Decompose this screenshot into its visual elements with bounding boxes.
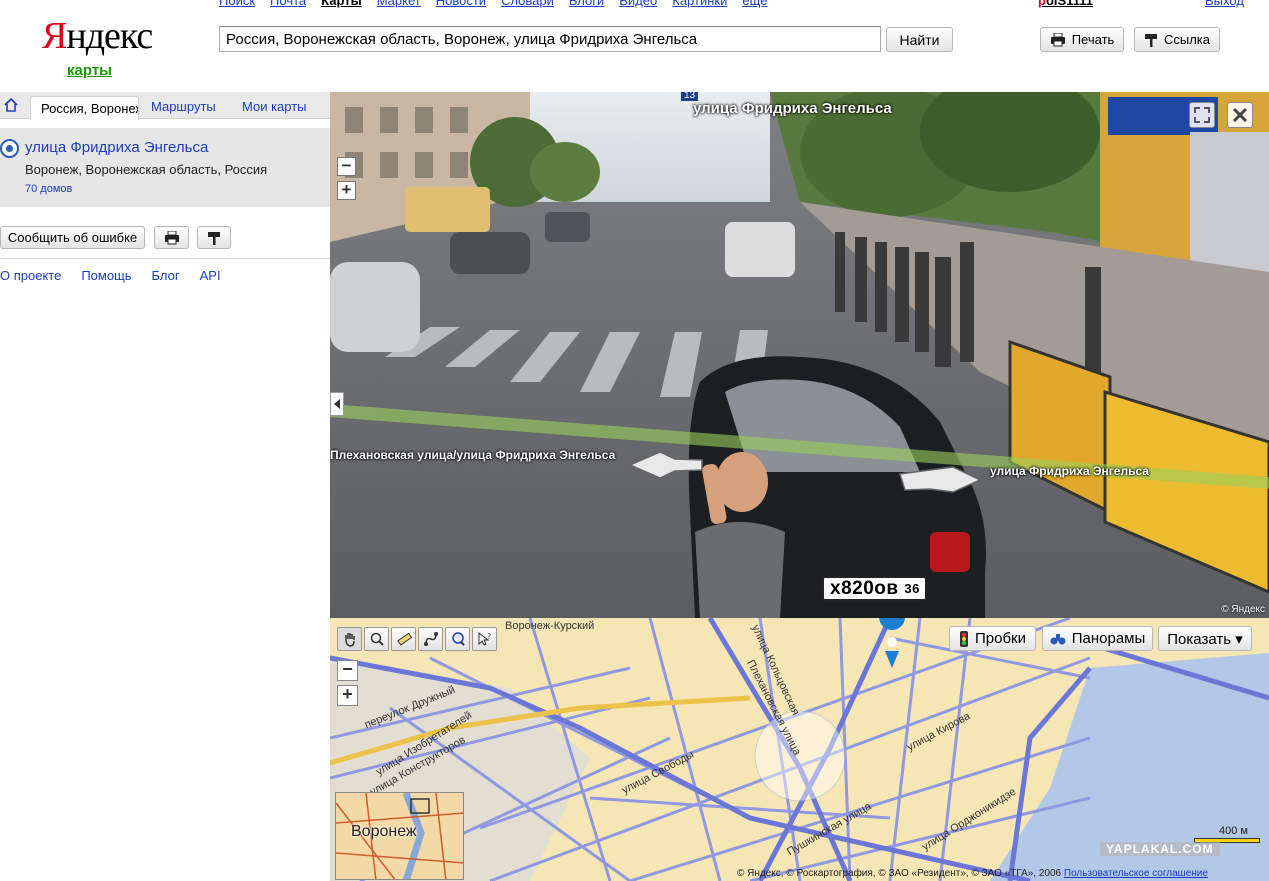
panorama-zoom-in-button[interactable]: + (337, 181, 356, 200)
nav-link-images[interactable]: Картинки (672, 0, 727, 8)
close-icon (1232, 107, 1248, 123)
ruler-tool[interactable] (391, 627, 416, 651)
nav-link-blogs[interactable]: Блоги (569, 0, 604, 8)
map-street-label: Воронеж-Курский (505, 620, 595, 632)
footer-links: О проекте Помощь Блог API (0, 268, 221, 283)
nav-link-dictionaries[interactable]: Словари (501, 0, 554, 8)
left-panel: Россия, Воронеж Маршруты Мои карты улица… (0, 92, 330, 881)
tab-search-results[interactable]: Россия, Воронеж (30, 96, 139, 120)
panorama-fullscreen-button[interactable] (1189, 102, 1215, 128)
printer-icon (164, 230, 179, 244)
result-address: Воронеж, Воронежская область, Россия (25, 162, 268, 177)
map-scale-label: 400 м (1219, 825, 1248, 837)
search-result-item[interactable]: улица Фридриха Энгельса Воронеж, Воронеж… (0, 128, 330, 207)
binoculars-icon (1050, 633, 1066, 644)
nav-link-news[interactable]: Новости (436, 0, 486, 8)
search-input[interactable] (219, 26, 881, 52)
route-search-tool[interactable] (445, 627, 470, 651)
result-title[interactable]: улица Фридриха Энгельса (25, 139, 208, 156)
map-copyright-text: © Яндекс, © Роскартография, © ЗАО «Резид… (737, 868, 1062, 879)
link-button-label: Ссылка (1163, 32, 1211, 47)
traffic-button-label: Пробки (975, 630, 1026, 647)
print-button-label: Печать (1071, 32, 1115, 47)
panorama-close-button[interactable] (1227, 102, 1253, 128)
search-button-label: Найти (899, 31, 940, 48)
top-navigation: Поиск Почта Карты Маркет Новости Словари… (219, 0, 768, 8)
map-zoom-out-button[interactable]: − (337, 660, 358, 681)
help-cursor-icon: ? (478, 631, 491, 646)
panorama-photo (330, 92, 1269, 618)
panel-tabs: Россия, Воронеж Маршруты Мои карты (0, 92, 330, 120)
panel-divider (0, 258, 330, 259)
home-tab[interactable] (3, 97, 25, 117)
show-layers-dropdown[interactable]: Показать ▾ (1158, 626, 1252, 651)
panorama-street-label-left[interactable]: Плехановская улица/улица Фридриха Энгель… (330, 448, 615, 462)
map-toolbar: ? (337, 627, 497, 651)
panorama-copyright: © Яндекс (1221, 604, 1265, 615)
collapse-panel-button[interactable] (330, 392, 344, 416)
report-error-button[interactable]: Сообщить об ошибке (0, 226, 145, 249)
panoramas-button-label: Панорамы (1071, 630, 1146, 647)
overview-minimap[interactable]: Воронеж (335, 792, 464, 880)
zoom-area-tool[interactable] (364, 627, 389, 651)
user-agreement-link[interactable]: Пользовательское соглашение (1064, 868, 1208, 879)
street-panorama-viewer[interactable]: 13 улица Фридриха Энгельса − + Плехановс… (330, 92, 1269, 618)
logout-link[interactable]: Выход (1205, 0, 1244, 8)
car-license-plate: х820ов 36 (822, 576, 927, 601)
yandex-logo[interactable]: Яндекс (42, 14, 153, 58)
nav-link-market[interactable]: Маркет (377, 0, 421, 8)
tab-routes[interactable]: Маршруты (151, 99, 216, 114)
help-tool[interactable]: ? (472, 627, 497, 651)
footer-link-about[interactable]: О проекте (0, 268, 61, 283)
footer-link-blog[interactable]: Блог (152, 268, 180, 283)
route-magnifier-icon (451, 632, 465, 646)
nav-link-maps[interactable]: Карты (321, 0, 362, 8)
tab-my-maps[interactable]: Мои карты (242, 99, 307, 114)
report-error-label: Сообщить об ошибке (7, 230, 138, 245)
panoramas-button[interactable]: Панорамы (1042, 626, 1153, 651)
footer-link-api[interactable]: API (200, 268, 221, 283)
result-houses-link[interactable]: 70 домов (25, 183, 72, 195)
traffic-light-icon (960, 630, 968, 647)
show-layers-label: Показать ▾ (1167, 630, 1243, 648)
map-copyright: © Яндекс, © Роскартография, © ЗАО «Резид… (737, 868, 1208, 879)
link-button[interactable]: Ссылка (1134, 27, 1220, 52)
panel-link-button[interactable] (197, 226, 231, 249)
hand-icon (344, 633, 355, 647)
footer-link-help[interactable]: Помощь (81, 268, 131, 283)
maps-service-link[interactable]: карты (67, 62, 112, 79)
svg-text:?: ? (487, 632, 491, 641)
magnifier-icon (370, 632, 384, 646)
plate-region: 36 (904, 581, 920, 596)
plate-number: х820ов (830, 578, 899, 599)
panel-print-button[interactable] (154, 226, 189, 249)
print-button[interactable]: Печать (1040, 27, 1124, 52)
panorama-street-label-right[interactable]: улица Фридриха Энгельса (990, 464, 1149, 478)
watermark: YAPLAKAL.COM (1100, 842, 1220, 856)
fullscreen-icon (1194, 107, 1210, 123)
route-icon (423, 632, 438, 646)
hand-tool[interactable] (337, 627, 362, 651)
pushpin-icon (1144, 33, 1157, 47)
nav-link-more[interactable]: ещё (742, 0, 767, 8)
minimap-city-label: Воронеж (351, 823, 417, 840)
route-tool[interactable] (418, 627, 443, 651)
panorama-zoom-out-button[interactable]: − (337, 157, 356, 176)
printer-icon (1050, 32, 1065, 46)
result-radio-icon[interactable] (0, 139, 19, 158)
map-view[interactable]: Воронеж-Курский Плехановская улица улица… (330, 618, 1269, 881)
nav-link-search[interactable]: Поиск (219, 0, 255, 8)
header: Яндекс карты Поиск Почта Карты Маркет Но… (0, 0, 1269, 92)
nav-link-mail[interactable]: Почта (270, 0, 306, 8)
home-icon (4, 97, 18, 112)
chevron-left-icon (334, 399, 340, 409)
user-name[interactable]: polS1111 (1038, 0, 1093, 8)
ruler-icon (396, 632, 412, 646)
panorama-street-title: улица Фридриха Энгельса (693, 100, 892, 117)
nav-link-video[interactable]: Видео (619, 0, 657, 8)
map-zoom-in-button[interactable]: + (337, 685, 358, 706)
traffic-button[interactable]: Пробки (949, 626, 1036, 651)
pushpin-icon (208, 231, 220, 245)
search-button[interactable]: Найти (886, 27, 953, 52)
